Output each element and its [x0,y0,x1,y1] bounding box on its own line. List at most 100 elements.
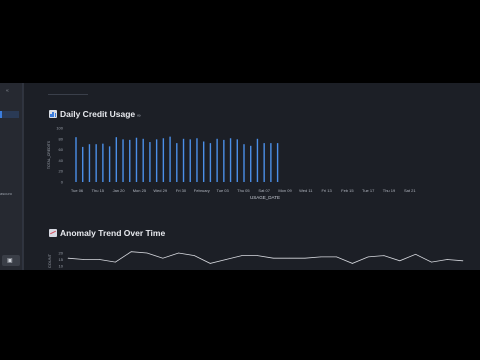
app-window: « ascuro ▣ Daily Credit Usage ∞ 0 20 40 60 80… [0,83,480,270]
y-tick-label: 15 [59,257,64,262]
header-underline [48,94,88,95]
bar [82,146,84,182]
data-point [367,256,369,258]
x-tick-label: Fri 13 [321,188,332,193]
trend-chart-icon [49,229,57,237]
data-point [241,255,243,256]
bar [108,146,111,182]
bar [102,143,104,182]
bar [196,138,198,182]
y-tick-label: 100 [56,126,63,131]
data-point [178,252,179,254]
y-tick-label: 20 [59,251,64,256]
bar [95,144,97,182]
collapse-sidebar-icon[interactable]: « [6,88,9,94]
data-point [320,256,322,258]
bar [149,142,151,182]
section-title-text: Anomaly Trend Over Time [60,228,166,238]
series-line [67,251,464,264]
data-point [352,263,353,264]
bar [182,138,185,182]
y-axis-label: TOTAL_CREDITS [47,140,51,169]
bar [202,141,205,182]
data-point [304,257,306,259]
bar [223,139,225,182]
data-point [130,251,132,252]
y-tick-label: 80 [59,136,64,141]
x-axis-label: USAGE_DATE [250,195,280,200]
y-tick-label: 20 [59,169,64,174]
link-icon[interactable]: ∞ [137,113,141,119]
bar [88,144,91,182]
data-point [67,257,69,259]
data-point [462,260,464,262]
data-point [288,257,290,259]
bar [142,138,144,182]
anomaly-trend-title: Anomaly Trend Over Time [49,228,165,238]
x-tick-label: Fri 30 [176,188,187,193]
data-point [225,259,227,260]
x-tick-label: Mon 25 [133,188,147,193]
bar [129,139,131,182]
sidebar: « ascuro ▣ [0,83,24,270]
x-tick-label: Thu 15 [92,188,105,193]
sidebar-item-label[interactable]: ascuro [0,191,12,196]
x-tick-label: Sat 07 [258,188,270,193]
x-tick-label: Wed 11 [299,188,313,193]
bar [276,143,279,182]
x-tick-label: Thu 19 [383,188,396,193]
bar [189,139,191,182]
x-tick-label: Thu 05 [237,188,250,193]
bar [176,143,178,182]
data-point [115,261,116,263]
y-tick-label: 10 [59,264,64,269]
bar [270,143,272,182]
data-point [162,257,164,259]
panel-icon: ▣ [7,258,13,264]
data-point [83,259,85,260]
sidebar-item-active[interactable] [0,111,19,118]
y-tick-label: 60 [59,147,64,152]
bar [263,143,265,182]
x-tick-label: Tue 17 [362,188,375,193]
x-tick-label: Feb 15 [341,188,354,193]
bar [115,137,118,182]
data-point [431,261,432,263]
x-tick-label: Jan 20 [113,188,126,193]
daily-credit-usage-chart[interactable]: 0 20 40 60 80 100 TOTAL_CREDITS Tue 06 Thu 15 Jan… [40,121,470,211]
x-tick-label: Tue 06 [71,188,84,193]
section-title-text: Daily Credit Usage [60,109,136,119]
bar [169,136,171,182]
x-tick-label: Mon 09 [278,188,292,193]
y-tick-label: 0 [61,180,64,185]
bar [155,139,158,182]
y-axis-label: COUNT [47,253,52,268]
data-point [399,260,401,262]
bar [216,138,218,182]
bar [236,139,238,182]
data-point [146,252,148,254]
data-point [446,259,448,260]
bar [162,138,165,182]
y-tick-label: 40 [59,158,64,163]
data-point [99,259,100,260]
data-point [273,257,274,259]
data-point [336,256,337,258]
bar [229,138,232,182]
bar [250,145,252,182]
bar [256,138,259,182]
sidebar-divider [22,83,23,270]
data-point [209,263,211,264]
data-point [415,254,416,255]
bar [243,144,245,182]
bar-chart-icon [49,110,57,118]
bar [209,143,212,182]
daily-credit-usage-title: Daily Credit Usage ∞ [49,109,141,119]
x-tick-label: Wed 29 [153,188,167,193]
data-point [194,255,195,256]
anomaly-trend-chart[interactable]: 10 1520 COUNT [40,239,470,270]
bar [122,139,124,182]
data-point [383,255,385,256]
data-point [257,255,258,256]
sidebar-panel-button[interactable]: ▣ [2,255,20,266]
